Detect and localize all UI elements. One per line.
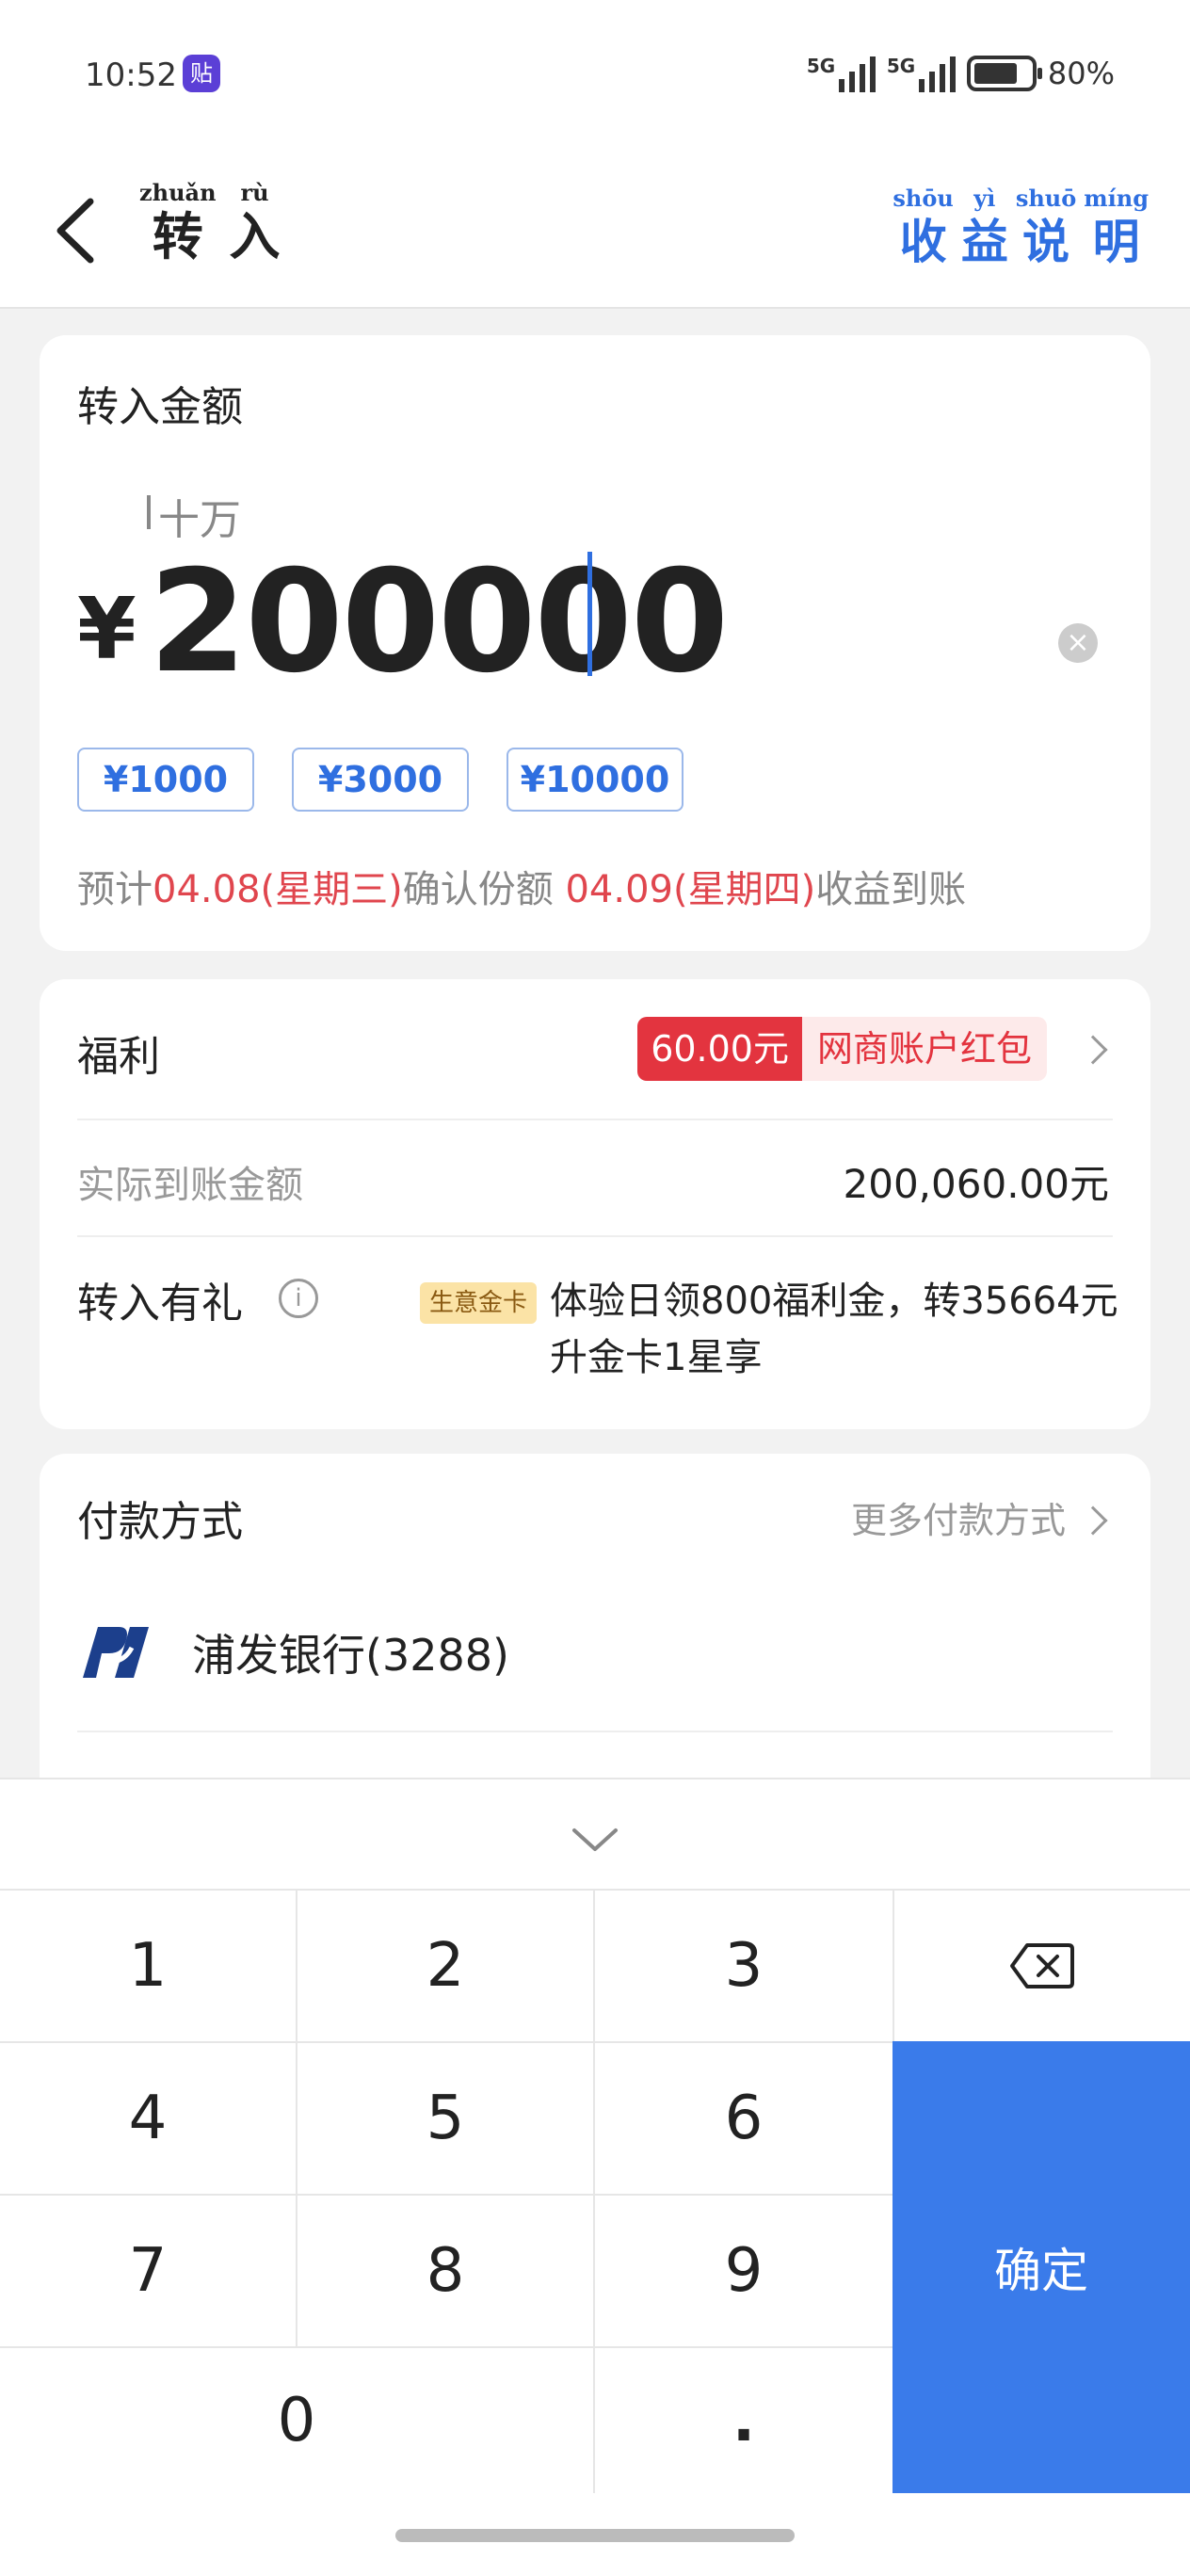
more-payment-methods-link[interactable]: 更多付款方式 [851,1491,1066,1543]
backspace-icon [1010,1943,1074,1988]
red-packet-text: 网商账户红包 [801,1017,1047,1081]
home-indicator[interactable] [395,2529,795,2542]
nav-header: zhuǎn 转 rù 入 shōu 收 yì 益 shuō 说 míng 明 [0,151,1190,309]
gift-label: 转入有礼 [77,1280,243,1328]
key-1[interactable]: 1 [0,1891,296,2041]
amount-card: 转入金额 十万 ¥ 200000 × ¥1000 ¥3000 ¥10000 预计… [40,335,1150,951]
bank-logo-icon [83,1627,149,1678]
unit-hint: 十万 [147,486,241,546]
divider [77,1731,1113,1732]
gift-description: 体验日领800福利金，转35664元升金卡1星享 [550,1280,1118,1379]
back-button[interactable] [45,188,111,273]
earnings-explanation-link[interactable]: shōu 收 yì 益 shuō 说 míng 明 [892,185,1149,271]
key-5[interactable]: 5 [298,2043,593,2194]
battery-percent: 80% [1047,56,1115,91]
key-6[interactable]: 6 [595,2043,892,2194]
gold-card-tag: 生意金卡 [420,1282,538,1324]
status-bar: 10:52 贴 5G 5G 80% [0,0,1190,151]
welfare-label: 福利 [77,1033,160,1081]
signal-icon: 5G [807,55,876,92]
arrival-amount-value: 200,060.00元 [843,1161,1109,1207]
text-caret [587,552,592,676]
amount-input[interactable]: 200000 [149,540,729,704]
battery-icon [966,56,1042,91]
payment-method-label: 付款方式 [77,1498,243,1546]
page-title: zhuǎn 转 rù 入 [139,179,281,266]
key-3[interactable]: 3 [595,1891,892,2041]
red-packet-amount: 60.00元 [637,1017,802,1081]
clear-icon[interactable]: × [1058,623,1098,663]
divider [77,1119,1113,1120]
keyboard-collapse-icon[interactable] [565,1821,625,1859]
divider [77,1235,1113,1237]
confirm-button[interactable]: 确定 [892,2041,1190,2493]
backspace-key[interactable] [894,1891,1190,2041]
key-dot[interactable]: . [595,2348,892,2493]
chevron-right-icon[interactable] [1078,1035,1108,1065]
amount-label: 转入金额 [77,383,243,431]
quick-amount-chip[interactable]: ¥3000 [292,748,469,812]
status-time: 10:52 [85,56,177,94]
estimate-text: 预计04.08(星期三)确认份额 04.09(星期四)收益到账 [77,868,967,911]
welfare-card: 福利 60.00元 网商账户红包 实际到账金额 200,060.00元 转入有礼… [40,979,1150,1429]
arrival-amount-label: 实际到账金额 [77,1164,303,1207]
chevron-left-icon [56,198,94,264]
bank-name[interactable]: 浦发银行(3288) [192,1621,509,1683]
red-packet-badge[interactable]: 60.00元 网商账户红包 [637,1017,1047,1081]
quick-amount-chip[interactable]: ¥10000 [507,748,683,812]
key-2[interactable]: 2 [298,1891,593,2041]
currency-symbol: ¥ [77,580,137,679]
key-7[interactable]: 7 [0,2196,296,2346]
chevron-right-icon[interactable] [1078,1505,1108,1536]
key-9[interactable]: 9 [595,2196,892,2346]
key-0[interactable]: 0 [0,2348,593,2493]
status-indicators: 5G 5G 80% [807,55,1115,92]
key-8[interactable]: 8 [298,2196,593,2346]
key-4[interactable]: 4 [0,2043,296,2194]
notification-app-icon: 贴 [183,55,220,92]
signal-icon-2: 5G [887,55,956,92]
info-icon[interactable]: i [279,1279,318,1318]
quick-amount-chip[interactable]: ¥1000 [77,748,254,812]
